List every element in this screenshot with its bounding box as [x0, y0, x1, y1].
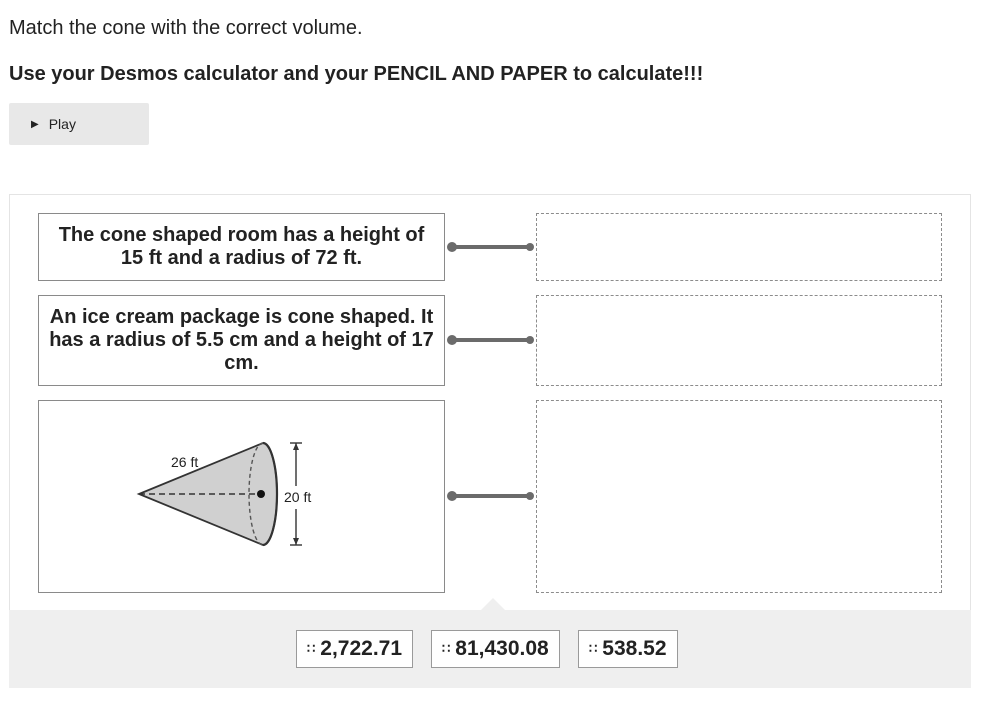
- connector-2: [447, 335, 534, 345]
- tray-pointer: [481, 598, 505, 610]
- diameter-label: 20 ft: [283, 486, 313, 509]
- answer-value-2: 81,430.08: [455, 637, 549, 660]
- play-label: Play: [48, 116, 76, 132]
- prompt-item-1: The cone shaped room has a height of 15 …: [38, 213, 445, 281]
- connector-1: [447, 242, 534, 252]
- drag-handle-icon: ∷: [442, 641, 450, 656]
- prompt-text-2: An ice cream package is cone shaped. It …: [49, 306, 434, 374]
- drop-zone-2[interactable]: [536, 295, 942, 386]
- drag-handle-icon: ∷: [307, 641, 315, 656]
- drop-zone-1[interactable]: [536, 213, 942, 281]
- prompt-text-1: The cone shaped room has a height of 15 …: [58, 224, 425, 269]
- question-prompt: Match the cone with the correct volume.: [9, 17, 363, 39]
- prompt-item-2: An ice cream package is cone shaped. It …: [38, 295, 445, 386]
- answer-chip-2[interactable]: ∷ 81,430.08: [431, 630, 560, 668]
- play-icon: ▶: [31, 118, 39, 130]
- play-audio-button[interactable]: ▶ Play: [9, 103, 149, 145]
- drop-zone-3[interactable]: [536, 400, 942, 593]
- prompt-item-3: 26 ft 20 ft: [38, 400, 445, 593]
- slant-height-label: 26 ft: [171, 454, 199, 470]
- drag-handle-icon: ∷: [589, 641, 597, 656]
- answer-value-1: 2,722.71: [320, 637, 403, 660]
- connector-3: [447, 491, 534, 501]
- answer-value-3: 538.52: [602, 637, 667, 660]
- cone-figure: [136, 441, 302, 547]
- answer-chip-1[interactable]: ∷ 2,722.71: [296, 630, 414, 668]
- answer-chip-3[interactable]: ∷ 538.52: [578, 630, 678, 668]
- question-instruction: Use your Desmos calculator and your PENC…: [9, 63, 704, 85]
